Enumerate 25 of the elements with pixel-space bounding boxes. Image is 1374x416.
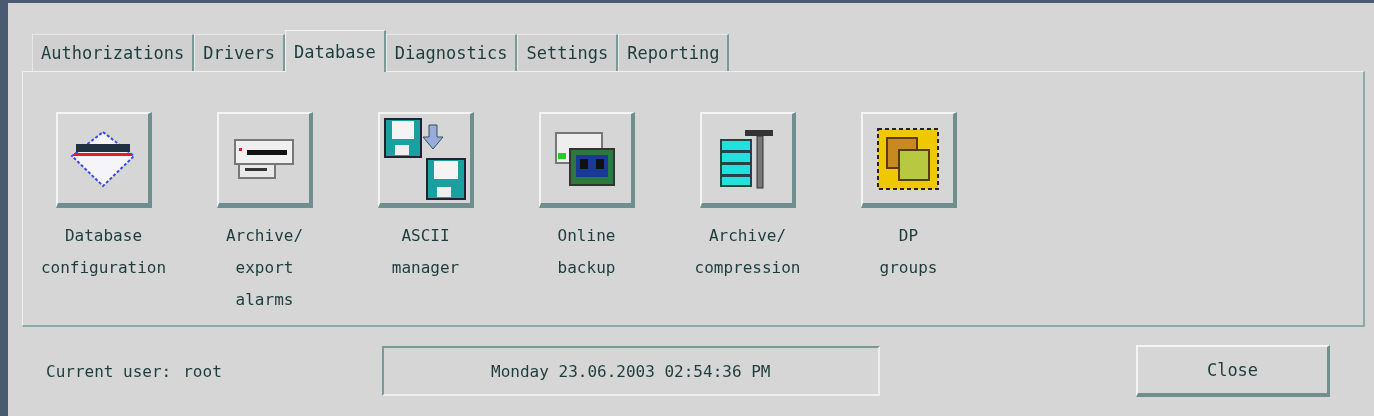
datetime-field: Monday 23.06.2003 02:54:36 PM xyxy=(381,346,880,396)
tool-button[interactable] xyxy=(55,112,152,208)
tool-button[interactable] xyxy=(699,112,796,208)
tool-button[interactable] xyxy=(216,112,313,208)
tab[interactable]: Reporting xyxy=(618,34,730,71)
close-button[interactable]: Close xyxy=(1136,345,1330,397)
tool-label: Archive/ compression xyxy=(694,225,801,279)
tab[interactable]: Database xyxy=(284,30,386,72)
tool-button[interactable] xyxy=(377,112,474,208)
tab[interactable]: Drivers xyxy=(194,34,285,71)
user-name: root xyxy=(183,361,222,381)
tool-label: Database configuration xyxy=(40,225,167,279)
tool-button[interactable] xyxy=(538,112,635,208)
tool-button[interactable] xyxy=(860,112,957,208)
tool-label: Archive/ export alarms xyxy=(225,225,304,311)
tool-label: Online backup xyxy=(557,225,616,279)
floppy-disks-icon xyxy=(382,116,467,201)
tab[interactable]: Settings xyxy=(517,34,619,71)
database-diamond-icon xyxy=(69,129,136,188)
circuit-board-icon xyxy=(876,127,939,190)
tab[interactable]: Authorizations xyxy=(32,34,195,71)
user-label: Current user: xyxy=(46,361,172,381)
tool-label: DP groups xyxy=(879,225,938,279)
tool-label: ASCII manager xyxy=(391,225,460,279)
tab[interactable]: Diagnostics xyxy=(385,34,518,71)
